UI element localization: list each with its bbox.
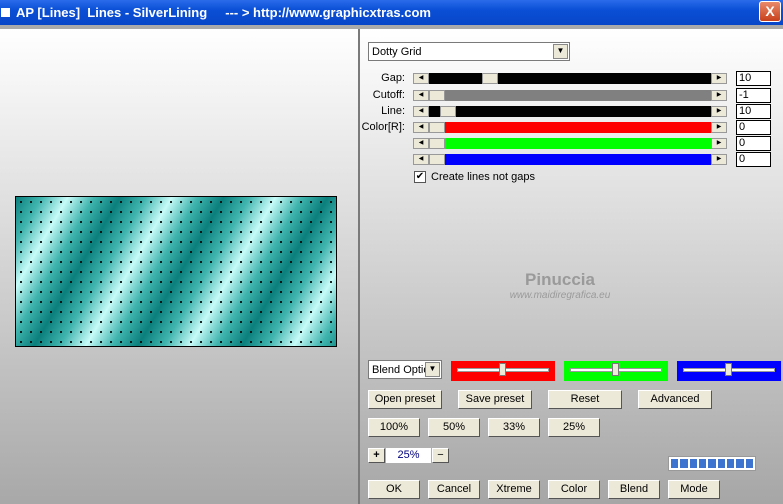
slider-value[interactable]: 10	[736, 104, 771, 119]
slider-thumb[interactable]	[440, 106, 456, 117]
color-slider[interactable]	[564, 361, 668, 381]
color-slider[interactable]	[677, 361, 781, 381]
progress-segment	[726, 459, 735, 468]
slider-label: Color[R]:	[361, 121, 405, 133]
arrow-left-icon[interactable]: ◀	[413, 154, 429, 165]
slider-thumb[interactable]	[482, 73, 498, 84]
slider-track[interactable]	[429, 106, 711, 117]
advanced-button[interactable]: Advanced	[638, 390, 712, 409]
create-lines-label: Create lines not gaps	[431, 171, 535, 183]
progress-segment	[717, 459, 725, 468]
zoom-25-button[interactable]: 25%	[548, 418, 600, 437]
chevron-down-icon[interactable]: ▼	[425, 362, 440, 377]
color-button[interactable]: Color	[548, 480, 600, 499]
arrow-left-icon[interactable]: ◀	[413, 122, 429, 133]
zoom-in-button[interactable]: +	[368, 448, 385, 463]
mode-button[interactable]: Mode	[668, 480, 720, 499]
arrow-right-icon[interactable]: ▶	[711, 122, 727, 133]
zoom-33-button[interactable]: 33%	[488, 418, 540, 437]
slider[interactable]: ◀ ▶	[413, 154, 727, 165]
zoom-50-button[interactable]: 50%	[428, 418, 480, 437]
window-title: AP [Lines] Lines - SilverLining --- > ht…	[16, 5, 431, 20]
slider-value[interactable]: -1	[736, 88, 771, 103]
create-lines-checkbox[interactable]: ✔	[414, 171, 426, 183]
slider-label: Cutoff:	[372, 89, 405, 101]
preset-select-value: Dotty Grid	[372, 45, 422, 58]
window-icon[interactable]	[1, 8, 10, 17]
slider-track[interactable]	[429, 122, 711, 133]
slider-thumb[interactable]	[429, 154, 445, 165]
arrow-right-icon[interactable]: ▶	[711, 90, 727, 101]
slider-thumb[interactable]	[429, 90, 445, 101]
slider-track[interactable]	[429, 138, 711, 149]
zoom-out-button[interactable]: −	[432, 448, 449, 463]
cancel-button[interactable]: Cancel	[428, 480, 480, 499]
progress-segment	[689, 459, 697, 468]
slider-value[interactable]: 0	[736, 152, 771, 167]
xtreme-button[interactable]: Xtreme	[488, 480, 540, 499]
slider[interactable]: ◀ ▶	[413, 138, 727, 149]
arrow-right-icon[interactable]: ▶	[711, 106, 727, 117]
progress-segment	[698, 459, 707, 468]
open-preset-button[interactable]: Open preset	[368, 390, 442, 409]
close-button[interactable]: X	[759, 1, 781, 22]
progress-segment	[736, 459, 744, 468]
reset-button[interactable]: Reset	[548, 390, 622, 409]
progress-segment	[745, 459, 753, 468]
watermark-url: www.maidiregrafica.eu	[509, 290, 611, 301]
chevron-down-icon[interactable]: ▼	[553, 44, 568, 59]
slider[interactable]: ◀ ▶	[413, 73, 727, 84]
save-preset-button[interactable]: Save preset	[458, 390, 532, 409]
slider[interactable]: ◀ ▶	[413, 90, 727, 101]
zoom-level: 25%	[386, 448, 431, 463]
slider[interactable]: ◀ ▶	[413, 106, 727, 117]
arrow-left-icon[interactable]: ◀	[413, 90, 429, 101]
slider[interactable]: ◀ ▶	[413, 122, 727, 133]
progress-segment	[671, 459, 679, 468]
slider-thumb[interactable]	[499, 363, 506, 376]
arrow-left-icon[interactable]: ◀	[413, 73, 429, 84]
slider-label: Line:	[381, 105, 405, 117]
arrow-right-icon[interactable]: ▶	[711, 154, 727, 165]
progress-segment	[680, 459, 688, 468]
progress-segment	[708, 459, 716, 468]
slider-value[interactable]: 0	[736, 136, 771, 151]
slider-value[interactable]: 0	[736, 120, 771, 135]
watermark: Pinuccia www.maidiregrafica.eu	[490, 270, 630, 301]
preset-select[interactable]: Dotty Grid ▼	[368, 42, 570, 61]
slider-track[interactable]	[429, 154, 711, 165]
slider-thumb[interactable]	[725, 363, 732, 376]
zoom-100-button[interactable]: 100%	[368, 418, 420, 437]
slider-thumb[interactable]	[429, 138, 445, 149]
slider-thumb[interactable]	[429, 122, 445, 133]
slider-thumb[interactable]	[612, 363, 619, 376]
slider-track[interactable]	[429, 90, 711, 101]
arrow-right-icon[interactable]: ▶	[711, 138, 727, 149]
arrow-left-icon[interactable]: ◀	[413, 106, 429, 117]
slider-track[interactable]	[429, 73, 711, 84]
ok-button[interactable]: OK	[368, 480, 420, 499]
blend-options-select[interactable]: Blend Optio ▼	[368, 360, 442, 379]
arrow-right-icon[interactable]: ▶	[711, 73, 727, 84]
progress-bar	[668, 456, 756, 471]
blend-button[interactable]: Blend	[608, 480, 660, 499]
slider-label: Gap:	[381, 72, 405, 84]
blend-options-value: Blend Optio	[372, 363, 426, 376]
watermark-name: Pinuccia	[525, 270, 595, 289]
preview-image	[15, 196, 337, 347]
title-bar: AP [Lines] Lines - SilverLining --- > ht…	[0, 0, 783, 25]
arrow-left-icon[interactable]: ◀	[413, 138, 429, 149]
color-slider[interactable]	[451, 361, 555, 381]
slider-value[interactable]: 10	[736, 71, 771, 86]
